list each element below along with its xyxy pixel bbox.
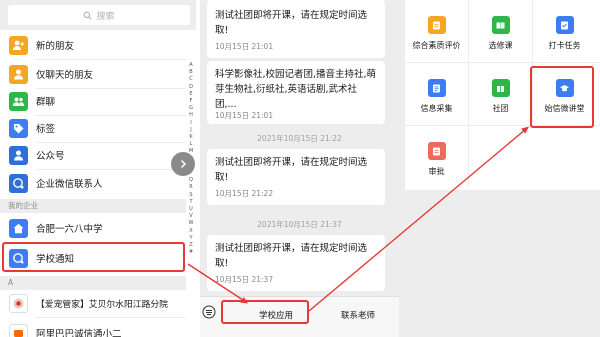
app-information-collection[interactable]: 信息采集 — [405, 63, 468, 125]
alphabet-index-letter[interactable]: A — [189, 62, 192, 69]
app-approval[interactable]: 审批 — [405, 126, 468, 188]
message-bubble[interactable]: 测试社团即将开课，请在规定时间选取! 10月15日 21:22 — [207, 149, 385, 205]
app-label: 综合素质评价 — [412, 41, 461, 50]
app-label: 审批 — [428, 167, 445, 176]
contact-group-chats[interactable]: 群聊 — [0, 86, 186, 116]
message-bubble[interactable]: 测试社团即将开课，请在规定时间选取! 10月15日 21:01 — [207, 0, 385, 58]
alphabet-index-letter[interactable]: F — [190, 98, 193, 105]
alphabet-index-letter[interactable]: # — [189, 249, 193, 256]
book-icon — [491, 16, 510, 34]
search-bar: 搜索 — [0, 0, 196, 30]
message-time: 10月15日 21:37 — [215, 275, 274, 284]
club-icon — [491, 79, 510, 97]
grid-divider — [468, 125, 469, 187]
person-icon — [9, 145, 28, 165]
evaluation-icon — [427, 16, 446, 34]
message-time: 10月15日 21:01 — [215, 111, 274, 120]
chevron-right-icon — [180, 159, 187, 169]
contact-label: 企业微信联系人 — [36, 179, 103, 190]
chevron-right-button[interactable] — [171, 152, 195, 176]
message-bubble[interactable]: 科学影像社,校园记者团,播音主持社,萌芽生物社,衍纸社,英语话剧,武术社团,..… — [207, 61, 385, 124]
contact-company-school[interactable]: 合肥一六八中学 — [0, 213, 186, 243]
contact-wecom-contacts[interactable]: 企业微信联系人 — [0, 168, 186, 198]
alibaba-logo-icon — [9, 323, 28, 337]
contact-tags[interactable]: 标签 — [0, 113, 186, 143]
contact-chat-only-friends[interactable]: 仅聊天的朋友 — [0, 59, 186, 89]
alphabet-index-letter[interactable]: G — [189, 105, 193, 112]
highlight-box — [530, 66, 594, 128]
search-icon — [84, 11, 92, 19]
alphabet-index-letter[interactable]: Y — [189, 235, 192, 242]
app-label: 打卡任务 — [548, 41, 581, 50]
pet-logo-icon — [9, 293, 28, 313]
contact-label: 合肥一六八中学 — [36, 224, 103, 235]
contact-label: 公众号 — [36, 151, 65, 162]
alphabet-index-letter[interactable]: Z — [189, 242, 192, 249]
highlight-box — [221, 300, 309, 324]
search-input[interactable]: 搜索 — [8, 5, 190, 25]
approval-icon — [427, 142, 446, 160]
contact-alibaba[interactable]: 阿里巴巴诚信通小二 — [0, 318, 186, 337]
person-icon — [9, 64, 28, 84]
contact-label: 标签 — [36, 124, 56, 135]
app-check-in-tasks[interactable]: 打卡任务 — [533, 0, 596, 62]
alphabet-index-letter[interactable]: C — [189, 76, 193, 83]
app-elective-course[interactable]: 选修课 — [469, 0, 532, 62]
tag-icon — [9, 118, 28, 138]
alphabet-index-letter[interactable]: D — [189, 84, 193, 91]
group-icon — [9, 91, 28, 111]
message-text: 测试社团即将开课，请在规定时间选取! — [215, 157, 368, 183]
alphabet-index-letter[interactable]: X — [189, 228, 192, 235]
chat-date-stamp: 2021年10月15日 21:22 — [257, 134, 342, 143]
contact-new-friends[interactable]: 新的朋友 — [0, 30, 186, 60]
message-time: 10月15日 21:01 — [215, 42, 274, 51]
alphabet-index-letter[interactable]: L — [190, 141, 193, 148]
highlight-box — [2, 242, 185, 272]
wecom-icon — [9, 173, 28, 193]
message-bubble[interactable]: 测试社团即将开课，请在规定时间选取! 10月15日 21:37 — [207, 235, 385, 291]
alphabet-index-letter[interactable]: K — [189, 134, 192, 141]
contact-label: 仅聊天的朋友 — [36, 70, 94, 81]
contact-label: 阿里巴巴诚信通小二 — [36, 329, 122, 337]
alphabet-index-letter[interactable]: I — [190, 120, 191, 127]
alphabet-index-letter[interactable]: T — [189, 199, 192, 206]
message-text: 测试社团即将开课，请在规定时间选取! — [215, 243, 368, 269]
message-text: 测试社团即将开课，请在规定时间选取! — [215, 10, 368, 36]
alphabet-index-letter[interactable]: J — [190, 127, 191, 134]
contact-official-accounts[interactable]: 公众号 — [0, 140, 186, 170]
app-clubs[interactable]: 社团 — [469, 63, 532, 125]
alphabet-index-letter[interactable]: W — [189, 220, 194, 227]
chat-date-stamp: 2021年10月15日 21:37 — [257, 220, 342, 229]
search-placeholder: 搜索 — [96, 11, 115, 22]
contact-pet-clinic[interactable]: 【爱宠管家】艾贝尔水阳江路分院 — [0, 288, 186, 318]
contact-label: 【爱宠管家】艾贝尔水阳江路分院 — [36, 299, 168, 310]
chat-panel: 测试社团即将开课，请在规定时间选取! 10月15日 21:01 科学影像社,校园… — [200, 0, 399, 337]
apps-panel: 综合素质评价 选修课 打卡任务 信息采集 社团 始信微讲堂 审批 — [399, 0, 600, 337]
message-text: 科学影像社,校园记者团,播音主持社,萌芽生物社,衍纸社,英语话剧,武术社团,..… — [215, 69, 377, 110]
section-header-my-company: 我的企业 — [0, 199, 186, 213]
app-label: 社团 — [492, 104, 509, 113]
contact-label: 群聊 — [36, 97, 56, 108]
message-time: 10月15日 21:22 — [215, 189, 274, 198]
keyboard-icon[interactable] — [202, 305, 216, 319]
alphabet-index-letter[interactable]: V — [189, 213, 192, 220]
alphabet-index-letter[interactable]: H — [189, 112, 193, 119]
app-comprehensive-evaluation[interactable]: 综合素质评价 — [405, 0, 468, 62]
alphabet-index-letter[interactable]: Q — [189, 177, 193, 184]
screenshot-root: 搜索 新的朋友 仅聊天的朋友 群聊 标签 公众号 企业微信联系人 我的企业 合肥… — [0, 0, 600, 337]
alphabet-index-letter[interactable]: S — [189, 192, 192, 199]
alphabet-index-letter[interactable]: B — [189, 69, 192, 76]
tab-contact-teacher[interactable]: 联系老师 — [328, 309, 388, 321]
alphabet-index-letter[interactable]: E — [189, 91, 192, 98]
home-icon — [9, 218, 28, 238]
checklist-icon — [555, 16, 574, 34]
add-friend-icon — [9, 35, 28, 55]
app-label: 信息采集 — [420, 104, 453, 113]
alphabet-index-letter[interactable]: R — [189, 184, 192, 191]
form-icon — [427, 79, 446, 97]
alphabet-index-letter[interactable]: U — [189, 206, 193, 213]
contact-label: 新的朋友 — [36, 41, 75, 52]
app-label: 选修课 — [488, 41, 513, 50]
contacts-panel: 搜索 新的朋友 仅聊天的朋友 群聊 标签 公众号 企业微信联系人 我的企业 合肥… — [0, 0, 196, 337]
